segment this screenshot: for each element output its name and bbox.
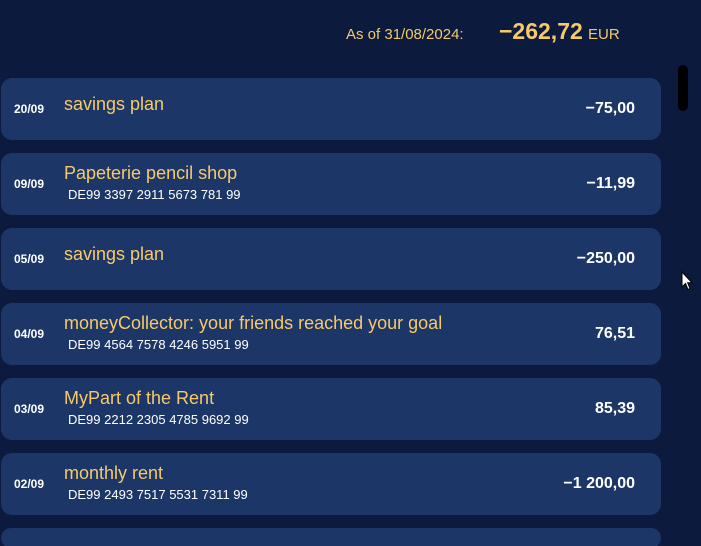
transaction-date: 02/09: [14, 477, 45, 491]
transaction-amount: −75,00: [585, 100, 635, 117]
transaction-row[interactable]: 04/09 moneyCollector: your friends reach…: [1, 303, 661, 365]
transaction-row[interactable]: 05/09 savings plan −250,00: [1, 228, 661, 290]
transaction-date: 03/09: [14, 402, 45, 416]
balance-amount: −262,72: [499, 18, 583, 44]
transaction-date: 04/09: [14, 327, 45, 341]
transaction-title: savings plan: [64, 244, 165, 264]
balance-currency: EUR: [588, 26, 620, 43]
as-of-date-label: As of 31/08/2024:: [346, 26, 464, 43]
transaction-row[interactable]: 03/09 MyPart of the Rent DE99 2212 2305 …: [1, 378, 661, 440]
scrollbar-thumb[interactable]: [678, 65, 688, 111]
transaction-iban: DE99 2212 2305 4785 9692 99: [68, 412, 249, 427]
scrollbar[interactable]: [675, 62, 691, 546]
transaction-date: 05/09: [14, 252, 45, 266]
transaction-title: moneyCollector: your friends reached you…: [64, 313, 443, 333]
transaction-iban: DE99 4564 7578 4246 5951 99: [68, 337, 249, 352]
transaction-amount: 85,39: [594, 400, 635, 417]
transaction-row[interactable]: 02/09 monthly rent DE99 2493 7517 5531 7…: [1, 453, 661, 515]
transaction-iban: DE99 2493 7517 5531 7311 99: [68, 487, 248, 502]
transaction-iban: DE99 3397 2911 5673 781 99: [68, 187, 241, 202]
transaction-title: Papeterie pencil shop: [64, 163, 238, 183]
transaction-date: 20/09: [14, 102, 45, 116]
transaction-amount: −250,00: [576, 250, 635, 267]
account-transactions-page: As of 31/08/2024: −262,72 EUR 20/09 savi…: [0, 0, 701, 546]
transaction-amount: 76,51: [594, 325, 635, 342]
transaction-title: monthly rent: [64, 463, 164, 483]
transaction-list: 20/09 savings plan −75,00 09/09 Papeteri…: [1, 78, 661, 546]
transaction-amount: −11,99: [586, 175, 636, 192]
transaction-title: MyPart of the Rent: [64, 388, 215, 408]
balance-header: As of 31/08/2024: −262,72 EUR: [0, 0, 701, 68]
transaction-date: 09/09: [14, 177, 45, 191]
mouse-pointer-icon: [681, 271, 693, 291]
transaction-row[interactable]: 09/09 Papeterie pencil shop DE99 3397 29…: [1, 153, 661, 215]
transaction-row-partial[interactable]: [1, 528, 661, 546]
transaction-amount: −1 200,00: [563, 475, 635, 492]
transaction-title: savings plan: [64, 94, 165, 114]
transaction-row[interactable]: 20/09 savings plan −75,00: [1, 78, 661, 140]
